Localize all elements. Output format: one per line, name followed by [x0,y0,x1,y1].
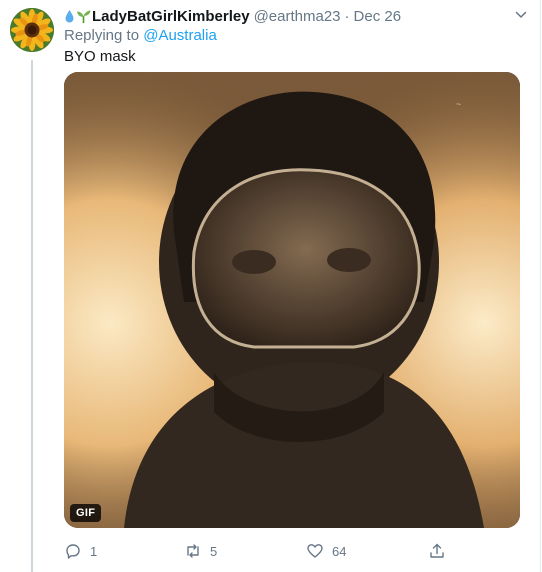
share-icon [430,543,444,558]
heart-icon [307,544,323,558]
display-name[interactable]: LadyBatGirlKimberley [92,8,250,25]
avatar[interactable] [10,8,54,52]
droplet-icon [64,9,75,23]
reply-count: 1 [90,543,98,559]
reply-to-link[interactable]: @Australia [143,27,217,44]
retweet-icon [187,544,199,558]
svg-text:~: ~ [456,99,461,109]
chevron-down-icon[interactable] [514,8,528,22]
gif-media[interactable]: ~ GIF [64,72,520,528]
separator-dot: · [344,7,350,25]
tweet-actions: 1 5 64 [64,538,464,564]
share-action[interactable] [428,538,446,564]
tweet-header: LadyBatGirlKimberley @earthma23 · Dec 26 [64,6,528,26]
like-count: 64 [332,543,347,559]
sunflower-avatar-image [10,8,54,52]
thread-connector [31,60,33,572]
retweet-action[interactable]: 5 [184,538,217,564]
gif-badge: GIF [70,504,102,522]
like-action[interactable]: 64 [306,538,346,564]
tweet-text: BYO mask [64,48,136,65]
gif-frame-image: ~ [64,72,520,528]
reply-prefix: Replying to [64,27,140,44]
retweet-count: 5 [210,543,218,559]
tweet-content: LadyBatGirlKimberley @earthma23 · Dec 26… [64,6,528,68]
tweet-date[interactable]: Dec 26 [354,8,402,25]
user-handle[interactable]: @earthma23 [254,8,341,25]
replying-to-line: Replying to @Australia [64,27,528,47]
reply-action[interactable]: 1 [64,538,97,564]
seedling-icon [76,9,91,23]
reply-icon [66,544,80,559]
